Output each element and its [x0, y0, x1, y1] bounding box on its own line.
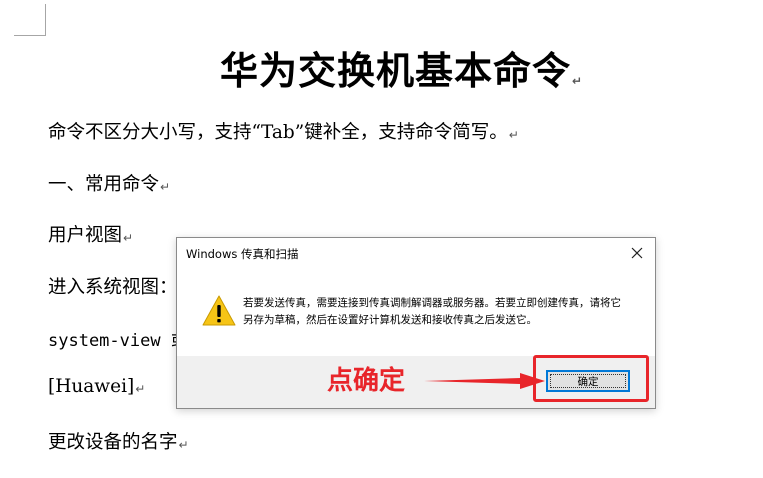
close-icon[interactable] — [625, 242, 649, 264]
paragraph-mark: ↵ — [135, 382, 146, 396]
paragraph-mark: ↵ — [123, 231, 134, 245]
dialog-message: 若要发送传真，需要连接到传真调制解调器或服务器。若要立即创建传真，请将它另存为草… — [243, 297, 621, 326]
document-line-section: 一、常用命令↵ — [48, 174, 171, 195]
paragraph-mark: ↵ — [508, 128, 519, 142]
paragraph-mark: ↵ — [160, 180, 171, 194]
dialog-titlebar[interactable]: Windows 传真和扫描 — [177, 238, 655, 268]
document-line-prompt: [Huawei]↵ — [48, 376, 146, 397]
annotation-arrow — [424, 373, 545, 389]
paragraph-mark: ↵ — [572, 74, 584, 88]
annotation-highlight-box — [533, 355, 649, 402]
document-line-rename: 更改设备的名字↵ — [48, 432, 189, 453]
annotation-text: 点确定 — [327, 366, 406, 396]
dialog-title: Windows 传真和扫描 — [186, 247, 299, 261]
document-line-system-view: 进入系统视图： — [48, 277, 178, 298]
warning-icon — [201, 294, 237, 328]
document-title: 华为交换机基本命令↵ — [220, 48, 584, 93]
page-corner-mark — [14, 4, 46, 36]
document-line-command: system-view 或 — [48, 331, 188, 351]
paragraph-mark: ↵ — [178, 438, 189, 452]
document-line-intro: 命令不区分大小写，支持“Tab”键补全，支持命令简写。↵ — [48, 122, 519, 143]
document-line-user-view: 用户视图↵ — [48, 225, 134, 246]
